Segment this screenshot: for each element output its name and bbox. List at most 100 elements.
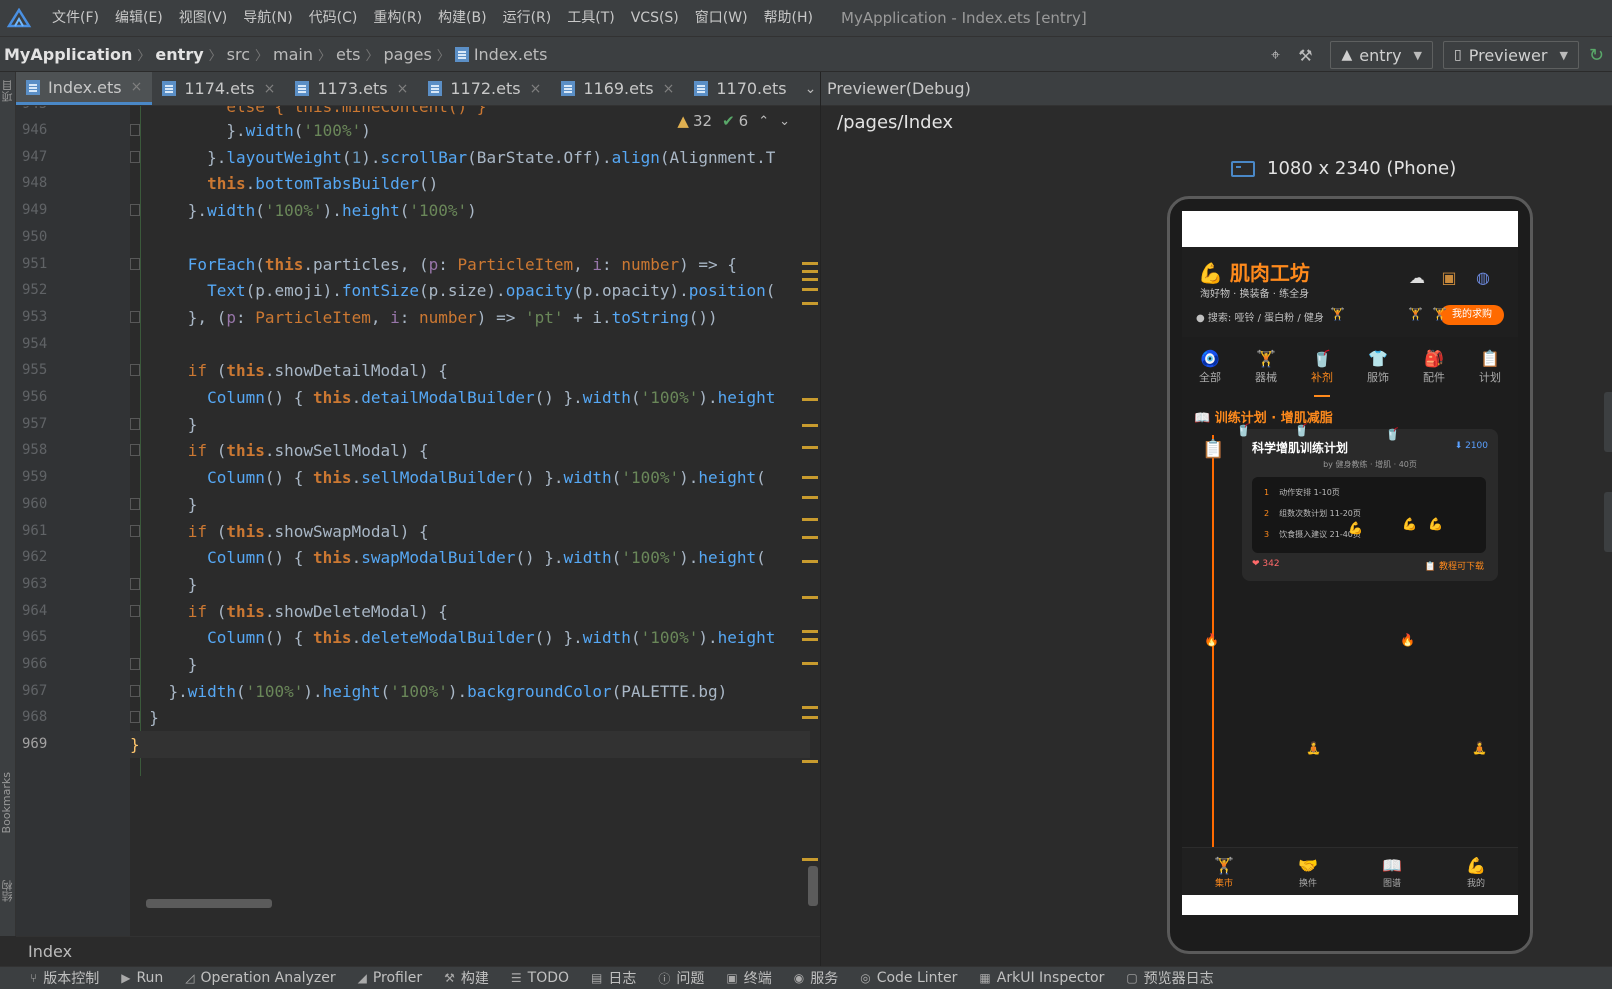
menu-window[interactable]: 窗口(W) [687, 0, 756, 36]
menu-file[interactable]: 文件(F) [44, 0, 107, 36]
previewer-side-handle[interactable] [1604, 492, 1612, 552]
warning-stripe[interactable] [802, 262, 818, 265]
tab-1169-ets[interactable]: 1169.ets × [551, 72, 684, 105]
menu-refactor[interactable]: 重构(R) [365, 0, 430, 36]
search-input[interactable]: ● 搜索: 哑铃 / 蛋白粉 / 健身 [1196, 309, 1324, 324]
menu-edit[interactable]: 编辑(E) [107, 0, 171, 36]
phone-screen[interactable]: 💪 肌肉工坊 淘好物 · 换装备 · 练全身 ☁ ▣ ◍ ● 搜索: 哑铃 / … [1182, 211, 1518, 939]
tool-build[interactable]: ⚒ 构建 [444, 968, 489, 988]
tool-vcs[interactable]: ⑂ 版本控制 [30, 968, 99, 988]
breadcrumb-src[interactable]: src [227, 45, 250, 64]
bookmarks-tool-tab[interactable]: Bookmarks [0, 772, 16, 833]
breadcrumb-pages[interactable]: pages [384, 45, 432, 64]
warning-stripe[interactable] [802, 496, 818, 499]
tool-arkui-inspector[interactable]: ▦ ArkUI Inspector [979, 970, 1104, 986]
tool-problems[interactable]: ⓘ 问题 [658, 968, 704, 988]
bottom-tab-swap[interactable]: 🤝 换件 [1278, 848, 1338, 895]
category-accessories[interactable]: 🎒 配件 [1409, 349, 1459, 399]
breadcrumb-file[interactable]: Index.ets [454, 45, 547, 64]
tool-operation-analyzer[interactable]: ◿ Operation Analyzer [185, 970, 335, 986]
backpack-icon[interactable]: ◍ [1472, 267, 1494, 289]
warning-stripe[interactable] [802, 760, 818, 763]
refresh-run-icon[interactable]: ↻ [1589, 45, 1604, 66]
tab-1174-ets[interactable]: 1174.ets × [152, 72, 285, 105]
warning-stripe[interactable] [802, 398, 818, 401]
tab-1173-ets[interactable]: 1173.ets × [285, 72, 418, 105]
tool-run[interactable]: ▶ Run [121, 970, 163, 986]
likes-count[interactable]: ❤ 342 [1252, 559, 1280, 569]
tool-terminal[interactable]: ▣ 终端 [726, 968, 771, 988]
target-icon[interactable]: ⌖ [1260, 40, 1290, 70]
warning-stripe[interactable] [802, 518, 818, 521]
menu-view[interactable]: 视图(V) [171, 0, 236, 36]
warning-stripe[interactable] [802, 476, 818, 479]
category-apparel[interactable]: 👕 服饰 [1353, 349, 1403, 399]
close-icon[interactable]: × [264, 81, 276, 97]
menu-build[interactable]: 构建(B) [430, 0, 495, 36]
category-equipment[interactable]: 🏋 器械 [1241, 349, 1291, 399]
breadcrumb-project[interactable]: MyApplication [4, 45, 132, 64]
menu-vcs[interactable]: VCS(S) [623, 0, 687, 36]
menu-run[interactable]: 运行(R) [495, 0, 560, 36]
module-selector[interactable]: ▲ entry ▼ [1330, 41, 1434, 69]
warning-stripe[interactable] [802, 278, 818, 281]
tab-1170-ets[interactable]: 1170.ets [684, 72, 796, 105]
tab-index-ets[interactable]: Index.ets × [16, 72, 153, 105]
vertical-scrollbar[interactable] [808, 866, 818, 906]
breadcrumb-main[interactable]: main [273, 45, 313, 64]
tool-code-linter[interactable]: ◎ Code Linter [860, 970, 957, 986]
warning-stripe[interactable] [802, 630, 818, 633]
structure-tool-tab[interactable]: 结构 [0, 880, 16, 902]
menu-code[interactable]: 代码(C) [301, 0, 366, 36]
warning-stripe[interactable] [802, 446, 818, 449]
editor-breadcrumb[interactable]: Index [16, 936, 820, 966]
code-editor[interactable]: 945 946 947 948 949 950 951 952 953 954 … [16, 106, 820, 936]
warning-stripe[interactable] [802, 424, 818, 427]
tab-1172-ets[interactable]: 1172.ets × [418, 72, 551, 105]
chevron-up-icon[interactable]: ⌃ [758, 114, 769, 129]
warning-stripe[interactable] [802, 706, 818, 709]
inspection-widget[interactable]: ▲ 32 ✔ 6 ⌃ ⌄ [671, 110, 796, 132]
previewer-device[interactable]: 1080 x 2340 (Phone) [1231, 158, 1456, 179]
warning-stripe[interactable] [802, 596, 818, 599]
breadcrumb-ets[interactable]: ets [336, 45, 360, 64]
warning-stripe[interactable] [802, 716, 818, 719]
category-supplements[interactable]: 🥤 补剂 [1297, 349, 1347, 399]
hammer-icon[interactable]: ⚒ [1290, 40, 1320, 70]
menu-help[interactable]: 帮助(H) [756, 0, 821, 36]
horizontal-scrollbar[interactable] [146, 899, 272, 908]
close-icon[interactable]: × [397, 81, 409, 97]
warning-stripe[interactable] [802, 288, 818, 291]
warning-stripe[interactable] [802, 858, 818, 861]
warning-stripe[interactable] [802, 536, 818, 539]
warning-stripe[interactable] [802, 270, 818, 273]
cloud-icon[interactable]: ☁ [1406, 267, 1428, 289]
menu-navigate[interactable]: 导航(N) [235, 0, 300, 36]
download-link[interactable]: 📋 教程可下载 [1425, 559, 1484, 572]
tool-previewer-log[interactable]: ▢ 预览器日志 [1126, 968, 1213, 988]
tool-profiler[interactable]: ◢ Profiler [358, 970, 423, 986]
project-tool-tab[interactable]: 项目 [0, 80, 16, 102]
tool-todo[interactable]: ☰ TODO [511, 970, 569, 986]
close-icon[interactable]: × [530, 81, 542, 97]
tool-log[interactable]: ▤ 日志 [591, 968, 636, 988]
category-plans[interactable]: 📋 计划 [1465, 349, 1515, 399]
chevron-down-icon[interactable]: ⌄ [805, 81, 817, 97]
close-icon[interactable]: × [131, 79, 143, 95]
previewer-side-handle[interactable] [1604, 392, 1612, 452]
bottom-tab-mine[interactable]: 💪 我的 [1446, 848, 1506, 895]
close-icon[interactable]: × [663, 81, 675, 97]
breadcrumb-module[interactable]: entry [155, 45, 203, 64]
bottom-tab-market[interactable]: 🏋 集市 [1194, 848, 1254, 895]
device-selector[interactable]: ▯ Previewer ▼ [1443, 41, 1579, 69]
warning-stripe[interactable] [802, 638, 818, 641]
my-request-button[interactable]: 我的求购 [1440, 305, 1504, 325]
bottom-tab-guide[interactable]: 📖 图谱 [1362, 848, 1422, 895]
warning-stripe[interactable] [802, 560, 818, 563]
category-all[interactable]: 🧿 全部 [1185, 349, 1235, 399]
plan-card[interactable]: 科学增肌训练计划 ⬇ 2100 by 健身教练 · 增肌 · 40页 1 动作安排… [1242, 429, 1498, 581]
warning-stripe[interactable] [802, 302, 818, 305]
box-icon[interactable]: ▣ [1438, 267, 1460, 289]
chevron-down-icon[interactable]: ⌄ [779, 114, 790, 129]
tool-services[interactable]: ◉ 服务 [794, 968, 838, 988]
